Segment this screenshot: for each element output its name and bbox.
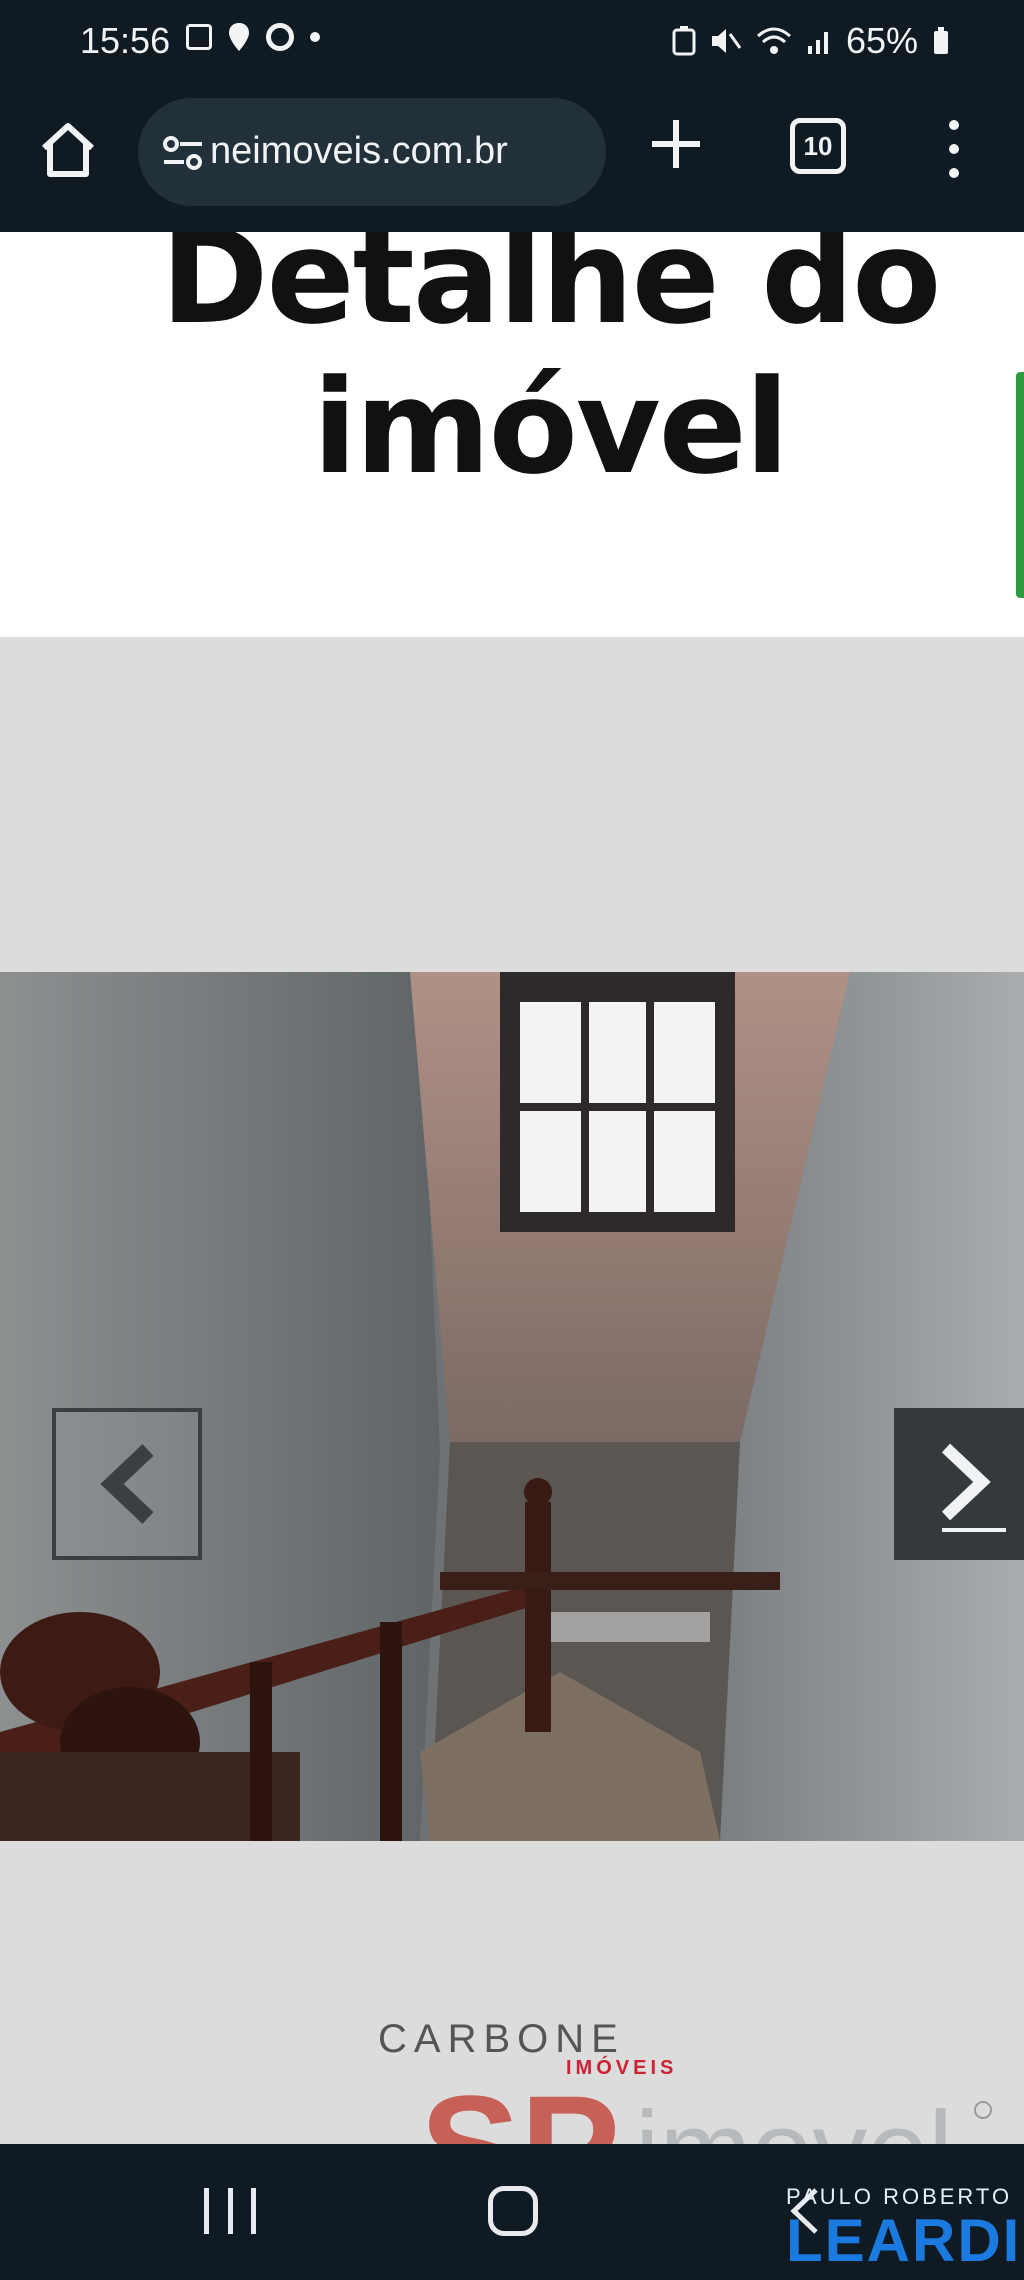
wifi-icon [756,27,791,54]
url-toolbar: neimoveis.com.br 10 [0,94,1024,210]
status-bar: 15:56 65% [0,0,1024,90]
battery-percent: 65% [845,20,918,61]
more-vert-icon[interactable] [936,120,972,178]
url-text[interactable]: neimoveis.com.br [210,130,600,173]
notification-dot-icon [310,32,320,42]
recents-bar [251,2188,256,2234]
mute-icon [711,29,742,53]
status-left-icons [186,22,320,52]
leardi-name: LEARDI [786,2207,1022,2274]
status-time: 15:56 [80,20,171,61]
previous-photo-button[interactable] [52,1408,202,1560]
recents-bar [227,2188,233,2234]
signal-icon [807,32,828,54]
recents-icon[interactable] [204,2188,256,2234]
battery-saver-icon [672,26,696,56]
status-right: 65% [672,20,950,62]
chevron-left-icon [100,1444,154,1524]
tune-icon[interactable] [162,136,204,170]
property-photo [0,972,1024,1841]
tab-count: 10 [803,130,833,161]
chevron-right-icon [941,1443,1006,1532]
home-nav-icon[interactable] [488,2186,538,2236]
tabs-icon[interactable]: 10 [790,118,846,174]
page-title-line1: Detalhe do [160,232,942,353]
next-photo-button[interactable] [894,1408,1024,1560]
browser-chrome: 15:56 65% neimoveis.com.br 10 [0,0,1024,232]
side-tab-accent[interactable] [1016,372,1024,598]
home-icon[interactable] [36,118,100,182]
recents-bar [204,2188,209,2234]
page-title-line2: imóvel [312,351,790,503]
menu-dot [949,120,959,130]
chrome-icon [266,23,294,51]
address-bar[interactable]: neimoveis.com.br [138,98,606,206]
menu-dot [949,144,959,154]
image-icon [186,24,212,50]
battery-icon [934,27,948,54]
page-header: Detalhe do imóvel [0,232,1024,637]
menu-dot [949,168,959,178]
photo-gallery: CARBONE IMÓVEIS [0,637,1024,2144]
page-title: Detalhe do imóvel [90,232,1010,502]
leardi-logo: PAULO ROBERTO LEARDI [786,2184,1021,2272]
location-icon [229,23,249,51]
staircase-image [0,972,1024,1841]
plus-icon[interactable] [646,114,706,174]
